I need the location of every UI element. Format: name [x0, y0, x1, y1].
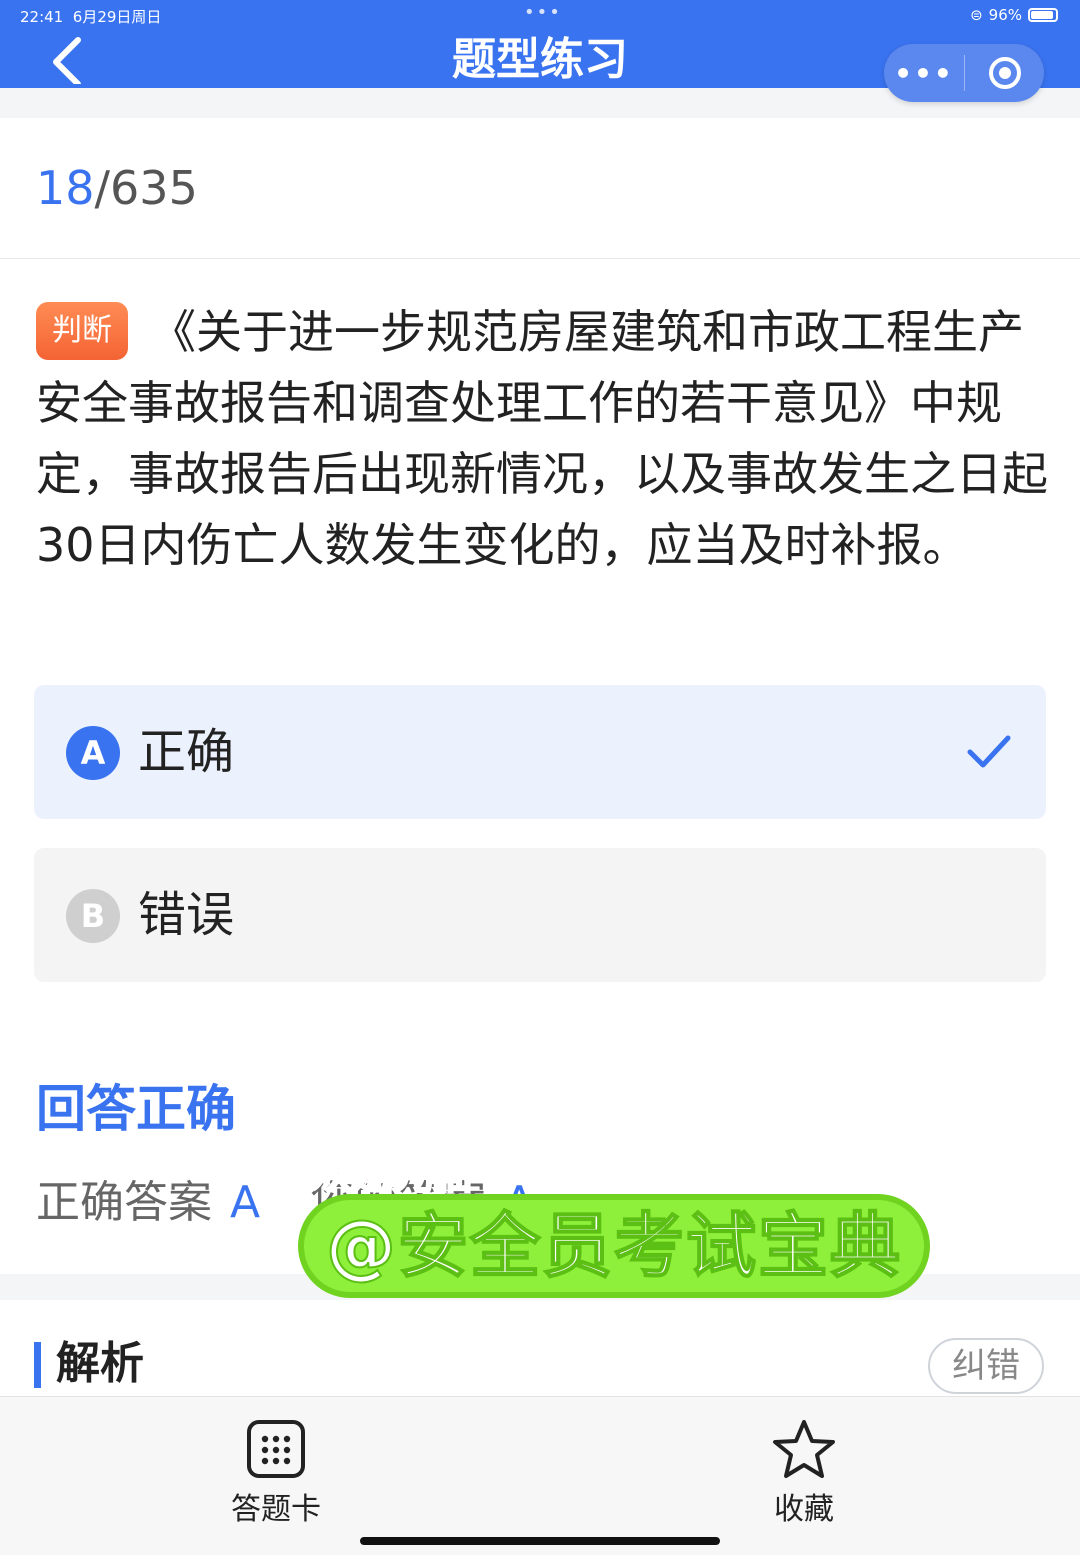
- option-label: 正确: [138, 724, 235, 780]
- section-accent-bar: [34, 1342, 41, 1388]
- welcome-watermark: 欢迎光临: [311, 1151, 473, 1199]
- question-body: 判断 《关于进一步规范房屋建筑和市政工程生产安全事故报告和调查处理工作的若干意见》…: [36, 297, 1048, 581]
- favorite-label: 收藏: [774, 1492, 834, 1527]
- answer-card-tab[interactable]: 答题卡: [206, 1419, 346, 1529]
- analysis-section: 解析 纠错: [0, 1300, 1080, 1396]
- handle-watermark-text: @安全员考试宝典: [325, 1204, 902, 1288]
- option-letter: A: [66, 726, 120, 780]
- result-title: 回答正确: [36, 1080, 236, 1138]
- question-panel: 判断 《关于进一步规范房屋建筑和市政工程生产安全事故报告和调查处理工作的若干意见》…: [0, 259, 1080, 1274]
- status-bar: 22:41 6月29日周日 ••• ⊜ 96%: [0, 0, 1080, 30]
- correct-answer-value: A: [230, 1177, 261, 1228]
- handle-watermark: @安全员考试宝典: [304, 1200, 924, 1292]
- star-icon: [773, 1420, 835, 1478]
- report-error-button[interactable]: 纠错: [928, 1338, 1044, 1394]
- grid-icon: [247, 1420, 305, 1478]
- option-a[interactable]: A 正确: [34, 685, 1046, 819]
- battery-percent: 96%: [988, 6, 1022, 24]
- option-label: 错误: [138, 887, 235, 943]
- favorite-tab[interactable]: 收藏: [734, 1419, 874, 1529]
- bottom-toolbar: 答题卡 收藏: [0, 1396, 1080, 1555]
- multitask-dots-icon[interactable]: •••: [524, 2, 562, 23]
- correct-answer-label: 正确答案: [36, 1177, 212, 1228]
- option-b[interactable]: B 错误: [34, 848, 1046, 982]
- check-icon: [967, 735, 1011, 768]
- ellipsis-icon[interactable]: •••: [884, 57, 964, 90]
- status-time: 22:41 6月29日周日: [20, 8, 162, 26]
- progress-panel: 18/635: [0, 118, 1080, 259]
- status-right: ⊜ 96%: [970, 6, 1058, 24]
- question-text: 《关于进一步规范房屋建筑和市政工程生产安全事故报告和调查处理工作的若干意见》中规…: [36, 305, 1048, 572]
- total-questions: /635: [94, 161, 198, 215]
- target-icon[interactable]: [965, 55, 1044, 91]
- wifi-icon: ⊜: [970, 6, 983, 24]
- nav-bar: 题型练习 •••: [0, 30, 1080, 102]
- analysis-title: 解析: [56, 1338, 144, 1389]
- current-question-number: 18: [36, 161, 95, 215]
- option-letter: B: [66, 889, 120, 943]
- home-indicator[interactable]: [360, 1537, 720, 1545]
- answer-card-label: 答题卡: [231, 1492, 321, 1527]
- mini-program-capsule: •••: [884, 44, 1044, 102]
- question-counter: 18/635: [36, 158, 198, 218]
- battery-icon: [1028, 8, 1058, 22]
- question-type-tag: 判断: [36, 302, 128, 360]
